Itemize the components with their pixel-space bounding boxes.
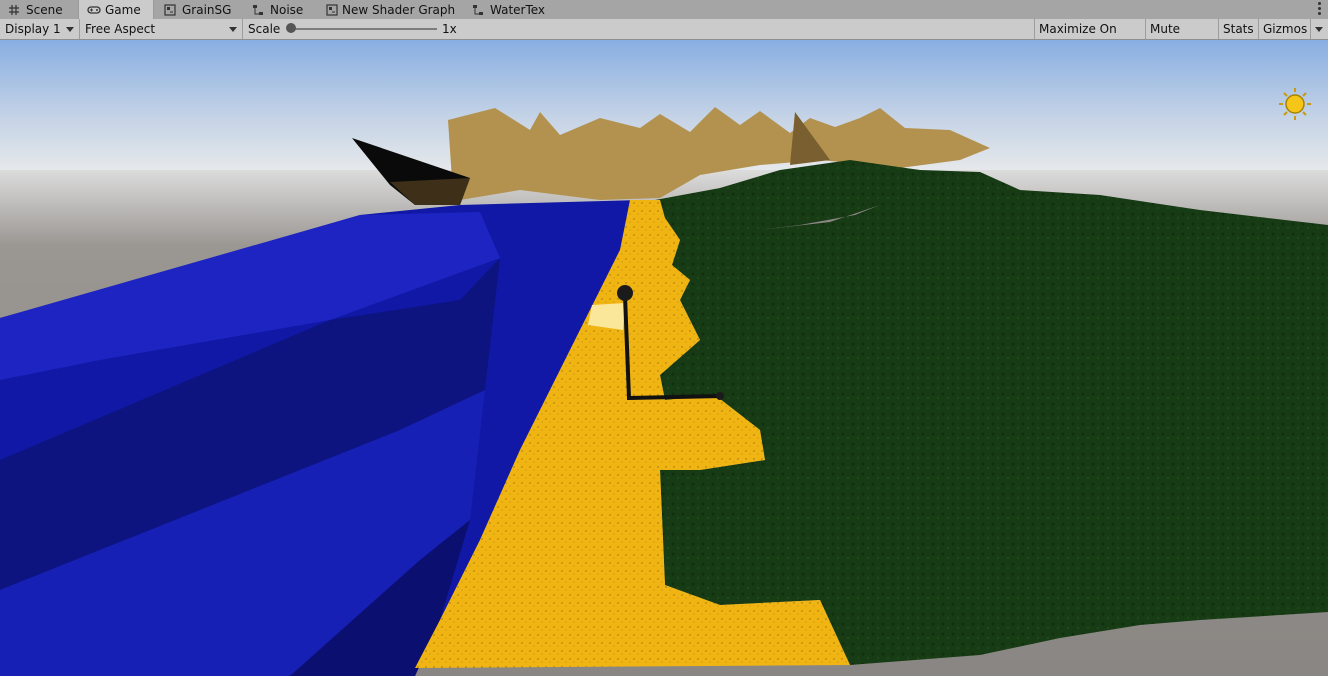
tab-game-label: Game <box>105 2 141 17</box>
tab-new-shader-graph-label: New Shader Graph <box>342 2 456 17</box>
editor-tab-bar: Scene Game GrainSG Noise New Shader Grap… <box>0 0 1328 20</box>
scale-slider-track[interactable] <box>289 28 437 30</box>
game-view-toolbar: Display 1 Free Aspect Scale 1x Maximize … <box>0 19 1328 56</box>
player-head <box>617 285 633 301</box>
scale-slider-handle[interactable] <box>286 23 296 33</box>
stats-toggle[interactable]: Stats <box>1218 19 1258 39</box>
game-viewport[interactable] <box>0 40 1328 676</box>
node-graph-icon <box>472 4 486 16</box>
tab-watertex[interactable]: WaterTex <box>464 0 554 19</box>
pole-end <box>716 392 724 400</box>
tab-grainsg-label: GrainSG <box>182 2 232 17</box>
aspect-dropdown[interactable]: Free Aspect <box>80 19 243 39</box>
tab-noise[interactable]: Noise <box>244 0 320 19</box>
grass-terrain <box>655 160 1328 665</box>
tab-new-shader-graph[interactable]: New Shader Graph <box>318 0 458 19</box>
mute-audio-toggle[interactable]: Mute Audio <box>1145 19 1218 56</box>
tab-watertex-label: WaterTex <box>490 2 546 17</box>
tab-noise-label: Noise <box>270 2 304 17</box>
grid-icon <box>8 4 22 16</box>
display-dropdown[interactable]: Display 1 <box>0 19 80 39</box>
more-options-icon[interactable] <box>1318 2 1322 17</box>
chevron-down-icon <box>229 27 237 32</box>
shader-graph-icon <box>164 3 178 16</box>
aspect-dropdown-label: Free Aspect <box>85 22 156 36</box>
tab-scene[interactable]: Scene <box>0 0 78 19</box>
game-scene <box>0 40 1328 676</box>
chevron-down-icon <box>1315 27 1323 32</box>
node-graph-icon <box>252 4 266 16</box>
tab-game[interactable]: Game <box>78 0 154 19</box>
scale-label: Scale <box>248 22 281 36</box>
tab-scene-label: Scene <box>26 2 63 17</box>
shader-graph-icon <box>326 3 338 16</box>
display-dropdown-label: Display 1 <box>5 22 61 36</box>
scale-value: 1x <box>442 22 457 36</box>
chevron-down-icon <box>66 27 74 32</box>
gizmos-toggle[interactable]: Gizmos <box>1258 19 1310 39</box>
gizmos-dropdown[interactable] <box>1310 19 1328 39</box>
tab-grainsg[interactable]: GrainSG <box>156 0 242 19</box>
gamepad-icon <box>87 4 101 16</box>
maximize-on-play-toggle[interactable]: Maximize On Play <box>1034 19 1143 56</box>
